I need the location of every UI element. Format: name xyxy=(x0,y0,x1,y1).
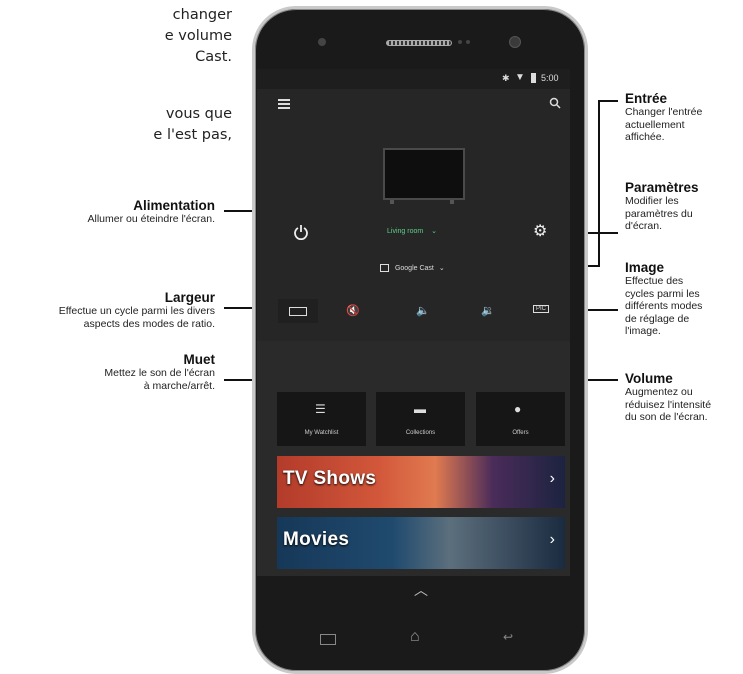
tile-collections[interactable]: ▬ Collections xyxy=(376,392,465,446)
chevron-right-icon: › xyxy=(549,470,555,487)
collections-icon: ▬ xyxy=(414,402,426,416)
annotation-power: Alimentation Allumer ou éteindre l'écran… xyxy=(88,198,216,226)
annotation-width: Largeur Effectue un cycle parmi les dive… xyxy=(59,290,215,330)
picture-mode-button[interactable]: PIC xyxy=(533,305,550,313)
intro-line: e l'est pas, xyxy=(153,127,232,143)
tile-label: Offers xyxy=(512,430,529,436)
sensor-dot xyxy=(466,40,470,44)
speaker-grille xyxy=(386,40,452,46)
annotation-desc: cycles parmi les xyxy=(625,287,700,300)
wifi-icon: ▼ xyxy=(515,72,525,83)
annotation-desc: à marche/arrêt. xyxy=(143,379,215,392)
power-icon[interactable] xyxy=(293,224,309,240)
annotation-title: Alimentation xyxy=(133,198,215,213)
volume-up-icon[interactable]: 🔉 xyxy=(481,304,495,317)
menu-icon[interactable] xyxy=(278,99,290,109)
annotation-desc: Allumer ou éteindre l'écran. xyxy=(87,213,216,225)
annotation-title: Largeur xyxy=(164,290,215,305)
tile-label: Collections xyxy=(405,430,436,436)
room-label: Living room xyxy=(387,228,424,235)
annotation-title: Volume xyxy=(625,371,673,386)
annotation-title: Entrée xyxy=(625,91,668,106)
status-bar: ✱ ▼ 5:00 xyxy=(257,69,570,89)
room-selector[interactable]: Living room ⌄ xyxy=(387,227,437,235)
annotation-desc: d'écran. xyxy=(625,220,663,232)
annotation-desc: différents modes xyxy=(625,300,703,312)
camera-lens-icon xyxy=(509,36,521,48)
banner-tv-shows[interactable]: TV Shows › xyxy=(277,456,565,508)
input-selector[interactable]: Google Cast ⌄ xyxy=(380,264,445,273)
annotation-desc: Mettez le son de l'écran xyxy=(104,367,215,379)
annotation-desc: aspects des modes de ratio. xyxy=(83,317,215,330)
offers-icon: ● xyxy=(514,402,522,416)
tv-foot xyxy=(390,200,394,204)
annotation-desc: Effectue un cycle parmi les divers xyxy=(58,305,215,317)
tile-offers[interactable]: ● Offers xyxy=(476,392,565,446)
annotation-desc: l'image. xyxy=(625,325,661,337)
front-camera-icon xyxy=(318,38,326,46)
aspect-ratio-button[interactable] xyxy=(278,299,318,323)
annotation-volume: Volume Augmentez ou réduisez l'intensité… xyxy=(625,371,711,424)
aspect-ratio-icon xyxy=(289,307,307,316)
annotation-title: Muet xyxy=(183,352,216,367)
chevron-right-icon: › xyxy=(549,531,555,548)
sensor-dot xyxy=(458,40,462,44)
home-icon[interactable]: ⌂ xyxy=(410,628,420,646)
intro-line: changer xyxy=(172,7,232,23)
banner-movies[interactable]: Movies › xyxy=(277,517,565,569)
chevron-down-icon: ⌄ xyxy=(431,228,438,235)
banner-title: TV Shows xyxy=(283,468,377,489)
status-time: 5:00 xyxy=(541,73,559,83)
annotation-desc: actuellement xyxy=(625,118,685,131)
battery-icon xyxy=(531,73,536,83)
annotation-title: Paramètres xyxy=(625,180,699,195)
tile-label: My Watchlist xyxy=(304,430,339,436)
search-icon[interactable] xyxy=(549,97,561,109)
volume-down-icon[interactable]: 🔈 xyxy=(416,304,430,317)
annotation-settings: Paramètres Modifier les paramètres du d'… xyxy=(625,180,699,233)
chevron-down-icon: ⌄ xyxy=(438,265,445,272)
annotation-desc: de réglage de xyxy=(625,312,690,325)
remote-panel: Living room ⌄ ⚙ Google Cast ⌄ 🔇 🔈 🔉 PIC xyxy=(257,89,570,341)
tv-image xyxy=(383,148,465,200)
annotation-desc: paramètres du xyxy=(625,207,693,220)
recents-icon[interactable] xyxy=(320,634,336,645)
tile-my-watchlist[interactable]: ☰ My Watchlist xyxy=(277,392,366,446)
annotation-desc: affichée. xyxy=(625,131,665,143)
bluetooth-icon: ✱ xyxy=(502,73,510,83)
phone-screen: ✱ ▼ 5:00 Living room ⌄ ⚙ Google Cast ⌄ 🔇… xyxy=(257,69,570,576)
annotation-desc: Modifier les xyxy=(625,195,679,207)
annotation-mute: Muet Mettez le son de l'écran à marche/a… xyxy=(104,352,215,392)
leader-line xyxy=(598,100,618,102)
intro-line: Cast. xyxy=(195,49,232,65)
banner-title: Movies xyxy=(283,529,350,550)
intro-line: vous que xyxy=(165,106,232,122)
leader-line xyxy=(598,100,600,267)
intro-line: e volume xyxy=(164,28,232,44)
tv-foot xyxy=(450,200,454,204)
annotation-desc: du son de l'écran. xyxy=(625,411,708,423)
annotation-desc: Effectue des xyxy=(625,275,684,287)
input-icon xyxy=(380,264,389,273)
annotation-picture: Image Effectue des cycles parmi les diff… xyxy=(625,260,702,338)
intro-text-fragment-1: changer e volume Cast. xyxy=(165,5,232,68)
gear-icon[interactable]: ⚙ xyxy=(533,221,547,241)
annotation-title: Image xyxy=(625,260,665,275)
input-label: Google Cast xyxy=(394,265,434,272)
annotation-desc: Changer l'entrée xyxy=(625,106,703,118)
annotation-desc: réduisez l'intensité xyxy=(625,398,712,411)
watchlist-icon: ☰ xyxy=(315,402,326,416)
chevron-up-icon[interactable]: ︿ xyxy=(414,580,428,600)
back-icon[interactable]: ↩ xyxy=(503,630,513,644)
intro-text-fragment-2: vous que e l'est pas, xyxy=(153,104,232,146)
mute-icon[interactable]: 🔇 xyxy=(346,304,360,317)
annotation-input: Entrée Changer l'entrée actuellement aff… xyxy=(625,91,702,144)
annotation-desc: Augmentez ou xyxy=(625,386,693,398)
